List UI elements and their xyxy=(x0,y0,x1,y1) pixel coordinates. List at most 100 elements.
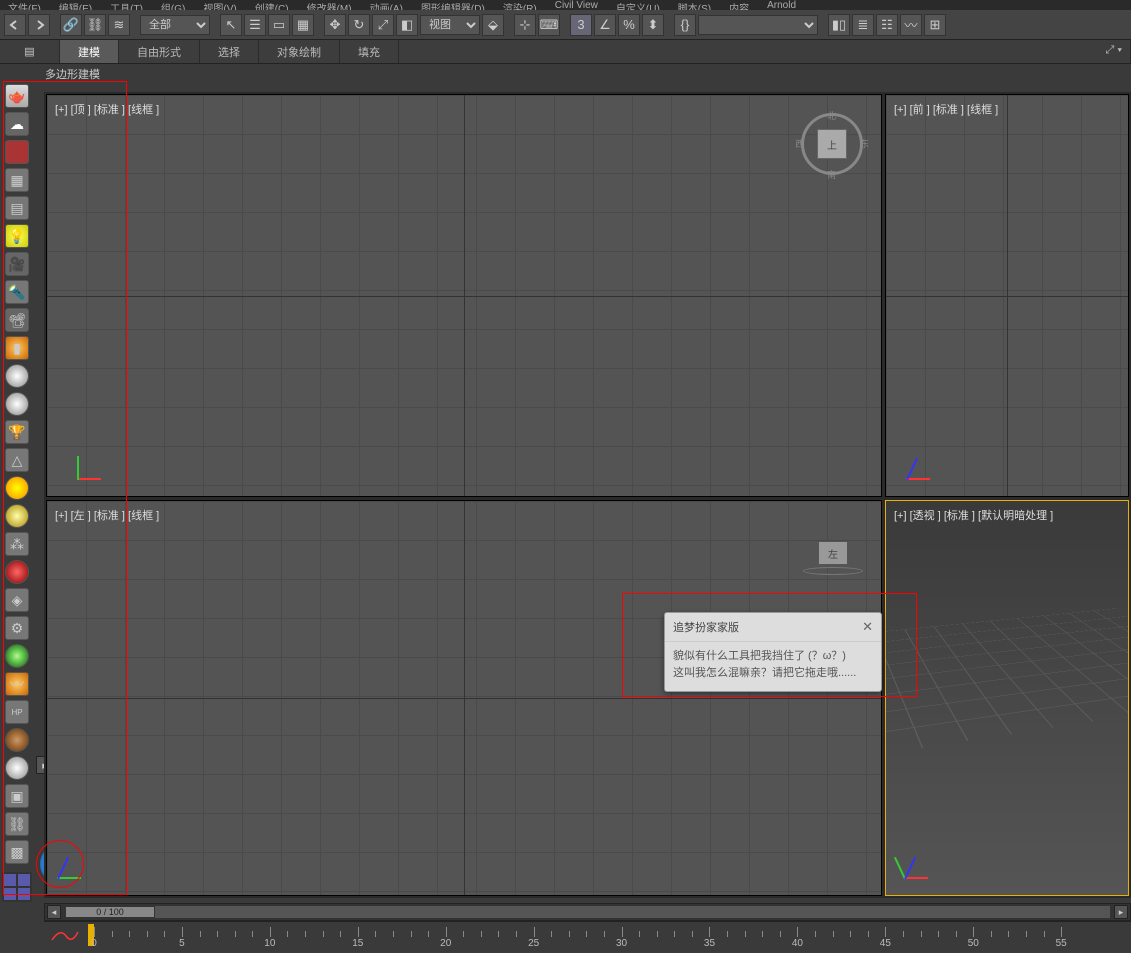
window-crossing-button[interactable]: ▦ xyxy=(292,14,314,36)
placement-button[interactable]: ◧ xyxy=(396,14,418,36)
use-pivot-button[interactable]: ⬙ xyxy=(482,14,504,36)
mirror-button[interactable]: ▮▯ xyxy=(828,14,850,36)
viewport-perspective[interactable]: [+] [透视 ] [标准 ] [默认明暗处理 ] xyxy=(885,500,1129,896)
curve-editor-button[interactable]: 〰 xyxy=(900,14,922,36)
menu-item[interactable]: 视图(V) xyxy=(203,0,236,10)
sphere-yellow-icon[interactable] xyxy=(5,504,29,528)
ribbon-toggle-icon[interactable]: ⤢ ▾ xyxy=(1098,40,1131,63)
sun-icon[interactable] xyxy=(5,476,29,500)
time-ruler[interactable]: 0510152025303540455055 xyxy=(44,921,1131,949)
menu-item[interactable]: 自定义(U) xyxy=(616,0,660,10)
time-prev-button[interactable]: ◂ xyxy=(47,905,61,919)
cone-icon[interactable]: △ xyxy=(5,448,29,472)
swirl-icon[interactable]: 〰 xyxy=(5,672,29,696)
redo-button[interactable] xyxy=(28,14,50,36)
menu-item[interactable]: 渲染(R) xyxy=(503,0,537,10)
ref-coord-dropdown[interactable]: 视图 xyxy=(420,15,480,35)
sphere-grey-icon[interactable] xyxy=(5,756,29,780)
curve-icon[interactable] xyxy=(50,926,80,944)
blocking-tool-dialog[interactable]: 追梦扮家家版 ✕ 貌似有什么工具把我挡住了 (？ω？) 这叫我怎么混嘛亲？请把它… xyxy=(664,612,882,692)
menu-item[interactable]: 脚本(S) xyxy=(678,0,711,10)
camera-icon[interactable]: 🎥 xyxy=(5,252,29,276)
bind-button[interactable]: ≋ xyxy=(108,14,130,36)
sphere-cream-icon[interactable] xyxy=(5,364,29,388)
menu-item[interactable]: 工具(T) xyxy=(110,0,143,10)
grid2-icon[interactable]: ▤ xyxy=(5,196,29,220)
tab-modeling[interactable]: 建模 xyxy=(60,40,119,63)
scale-button[interactable]: ⤢ xyxy=(372,14,394,36)
menu-item[interactable]: 修改器(M) xyxy=(307,0,352,10)
material-lib-icon[interactable]: ▣ xyxy=(5,784,29,808)
menu-item[interactable]: 内容 xyxy=(729,0,749,10)
grass-icon[interactable] xyxy=(5,644,29,668)
tab-populate[interactable]: 填充 xyxy=(340,40,399,63)
spinner-snap-button[interactable]: ⬍ xyxy=(642,14,664,36)
viewport-left[interactable]: [+] [左 ] [标准 ] [线框 ] 左 xyxy=(46,500,882,896)
schematic-button[interactable]: ⊞ xyxy=(924,14,946,36)
compass-icon[interactable]: ◈ xyxy=(5,588,29,612)
spot-light-icon[interactable]: 🔦 xyxy=(5,280,29,304)
layer-button[interactable]: ☷ xyxy=(876,14,898,36)
rotate-button[interactable]: ↻ xyxy=(348,14,370,36)
menu-item[interactable]: 图形编辑器(D) xyxy=(421,0,485,10)
time-slider[interactable]: ◂ 0 / 100 ▸ xyxy=(44,903,1131,921)
camera2-icon[interactable]: 📽 xyxy=(5,308,29,332)
snap-toggle-button[interactable]: 3 xyxy=(570,14,592,36)
move-button[interactable]: ✥ xyxy=(324,14,346,36)
sphere-red-icon[interactable] xyxy=(5,560,29,584)
menu-item[interactable]: Civil View xyxy=(555,0,598,10)
rectangle-select-button[interactable]: ▭ xyxy=(268,14,290,36)
slate-icon[interactable]: ▩ xyxy=(5,840,29,864)
viewport-label[interactable]: [+] [左 ] [标准 ] [线框 ] xyxy=(55,507,159,523)
tab-freeform[interactable]: 自由形式 xyxy=(119,40,200,63)
named-selset-button[interactable]: {} xyxy=(674,14,696,36)
panel-red-icon[interactable] xyxy=(5,140,29,164)
undo-button[interactable] xyxy=(4,14,26,36)
unlink-button[interactable]: ⛓ xyxy=(84,14,106,36)
angle-snap-button[interactable]: ∠ xyxy=(594,14,616,36)
teapot-icon[interactable]: 🫖 xyxy=(5,84,29,108)
viewport-label[interactable]: [+] [顶 ] [标准 ] [线框 ] xyxy=(55,101,159,117)
menu-item[interactable]: Arnold xyxy=(767,0,796,10)
hp-icon[interactable]: HP xyxy=(5,700,29,724)
menu-item[interactable]: 文件(F) xyxy=(8,0,41,10)
time-next-button[interactable]: ▸ xyxy=(1114,905,1128,919)
select-manipulate-button[interactable]: ⊹ xyxy=(514,14,536,36)
close-icon[interactable]: ✕ xyxy=(862,619,873,635)
named-selset-dropdown[interactable] xyxy=(698,15,818,35)
book-icon[interactable]: ▮ xyxy=(5,336,29,360)
time-thumb[interactable]: 0 / 100 xyxy=(65,906,155,918)
chain-icon[interactable]: ⛓ xyxy=(5,812,29,836)
viewport-layout-icon[interactable] xyxy=(2,872,32,902)
trophy-icon[interactable]: 🏆 xyxy=(5,420,29,444)
viewport-label[interactable]: [+] [前 ] [标准 ] [线框 ] xyxy=(894,101,998,117)
viewport-front[interactable]: [+] [前 ] [标准 ] [线框 ] xyxy=(885,94,1129,497)
selection-filter-dropdown[interactable]: 全部 xyxy=(140,15,210,35)
menu-item[interactable]: 动画(A) xyxy=(370,0,403,10)
cloud-icon[interactable]: ☁ xyxy=(5,112,29,136)
select-object-button[interactable]: ↖ xyxy=(220,14,242,36)
gear-icon[interactable]: ⚙ xyxy=(5,616,29,640)
viewport-top[interactable]: [+] [顶 ] [标准 ] [线框 ] 上 北 东 南 西 xyxy=(46,94,882,497)
view-steer-icon[interactable]: 左 xyxy=(803,541,863,581)
tab-object-paint[interactable]: 对象绘制 xyxy=(259,40,340,63)
viewcube[interactable]: 上 北 东 南 西 xyxy=(801,113,863,175)
particles-icon[interactable]: ⁂ xyxy=(5,532,29,556)
sphere-brown-icon[interactable] xyxy=(5,728,29,752)
light-bulb-icon[interactable]: 💡 xyxy=(5,224,29,248)
link-button[interactable]: 🔗 xyxy=(60,14,82,36)
percent-snap-button[interactable]: % xyxy=(618,14,640,36)
menu-item[interactable]: 组(G) xyxy=(161,0,185,10)
keyboard-shortcut-button[interactable]: ⌨ xyxy=(538,14,560,36)
align-button[interactable]: ≣ xyxy=(852,14,874,36)
grid-icon[interactable]: ▦ xyxy=(5,168,29,192)
time-track[interactable]: 0 / 100 xyxy=(65,906,1110,918)
menu-item[interactable]: 编辑(E) xyxy=(59,0,92,10)
menu-item[interactable]: 创建(C) xyxy=(255,0,289,10)
menu-bar[interactable]: 文件(F) 编辑(E) 工具(T) 组(G) 视图(V) 创建(C) 修改器(M… xyxy=(0,0,1131,10)
ribbon-expand-icon[interactable]: ▤ xyxy=(0,40,60,63)
select-by-name-button[interactable]: ☰ xyxy=(244,14,266,36)
sphere-white-icon[interactable] xyxy=(5,392,29,416)
tab-selection[interactable]: 选择 xyxy=(200,40,259,63)
viewport-label[interactable]: [+] [透视 ] [标准 ] [默认明暗处理 ] xyxy=(894,507,1053,523)
